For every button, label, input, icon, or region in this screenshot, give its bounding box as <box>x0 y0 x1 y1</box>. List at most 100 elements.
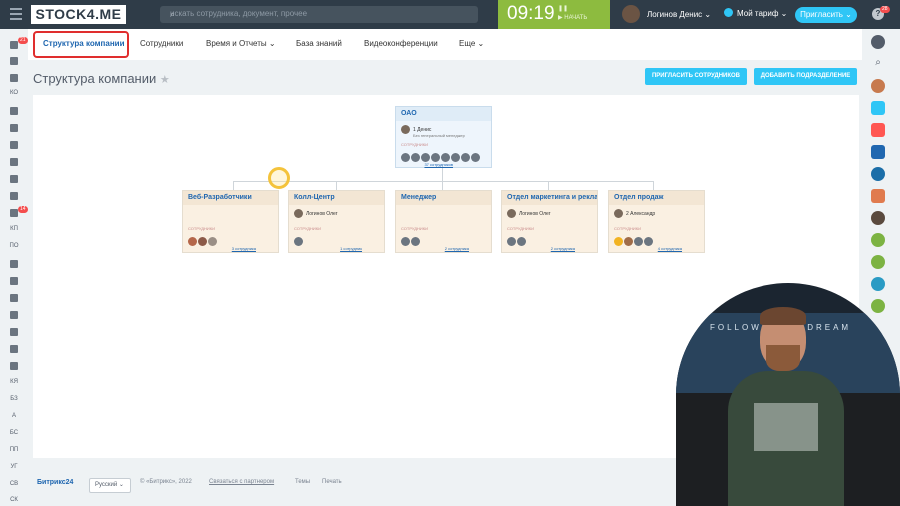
stream-icon[interactable] <box>10 57 18 65</box>
employee-avatars[interactable] <box>188 233 218 251</box>
tasks-icon[interactable] <box>10 74 18 82</box>
org-card-department[interactable]: Менеджер СОТРУДНИКИ 2 сотрудника <box>395 190 492 253</box>
left-item-ko[interactable]: КО <box>8 90 20 96</box>
calendar-icon[interactable] <box>871 123 885 137</box>
employee-count-link[interactable]: 1 сотрудник <box>340 246 362 251</box>
add-department-button[interactable]: ДОБАВИТЬ ПОДРАЗДЕЛЕНИЕ <box>754 68 857 85</box>
left-item-bz[interactable]: БЗ <box>8 396 20 402</box>
user-icon[interactable] <box>871 299 885 313</box>
presenter-hair <box>760 307 806 325</box>
contact-avatar[interactable] <box>871 79 885 93</box>
work-time-widget[interactable]: 09:19 ❚❚ ▶ НАЧАТЬ <box>498 0 610 29</box>
footer-partner-link[interactable]: Связаться с партнером <box>209 479 274 485</box>
user-icon[interactable] <box>871 277 885 291</box>
filter-icon[interactable] <box>10 41 18 49</box>
page-title: Структура компании ★ <box>33 71 170 86</box>
tab-more[interactable]: Еще ⌄ <box>459 39 484 48</box>
department-head[interactable]: Логинов Олег <box>294 209 338 218</box>
drive-icon[interactable] <box>10 158 18 166</box>
notes-icon[interactable] <box>871 101 885 115</box>
search-icon[interactable]: ⌕ <box>871 57 885 71</box>
head-role: Без генеральный менеджер <box>413 133 465 138</box>
left-item-ug[interactable]: УГ <box>8 464 20 470</box>
crm-icon[interactable] <box>10 209 18 217</box>
left-item-a[interactable]: А <box>8 413 20 419</box>
employees-label: СОТРУДНИКИ <box>401 226 428 231</box>
clock-time: 09:19 <box>507 3 555 24</box>
employee-avatars[interactable] <box>294 233 304 251</box>
bell-icon[interactable] <box>871 35 885 49</box>
employee-avatars[interactable] <box>401 233 421 251</box>
footer-themes-link[interactable]: Темы <box>295 479 310 485</box>
department-head[interactable]: Логинов Олег <box>507 209 551 218</box>
employee-count-link[interactable]: 2 сотрудника <box>445 246 469 251</box>
tab-employees[interactable]: Сотрудники <box>140 39 183 48</box>
company-icon[interactable] <box>10 294 18 302</box>
left-item-kya[interactable]: КЯ <box>8 379 20 385</box>
tariff-button[interactable]: Мой тариф ⌄ <box>724 8 787 18</box>
org-card-department[interactable]: Колл-Центр Логинов Олег СОТРУДНИКИ 1 сот… <box>288 190 385 253</box>
left-item-kp[interactable]: КП <box>8 226 20 232</box>
groups-icon[interactable] <box>10 192 18 200</box>
search-icon[interactable]: ⌕ <box>170 9 472 20</box>
department-name[interactable]: Веб-Разработчики <box>183 191 278 205</box>
calendar-icon[interactable] <box>10 124 18 132</box>
org-card-department[interactable]: Веб-Разработчики СОТРУДНИКИ 3 сотрудника <box>182 190 279 253</box>
user-name: Логинов Денис ⌄ <box>647 10 712 19</box>
connector-line <box>233 181 234 190</box>
inventory-icon[interactable] <box>10 311 18 319</box>
mail-icon[interactable] <box>10 175 18 183</box>
storage-icon[interactable] <box>10 328 18 336</box>
left-item-bs[interactable]: БС <box>8 430 20 436</box>
menu-icon[interactable] <box>10 8 22 20</box>
user-icon[interactable] <box>871 233 885 247</box>
tab-videoconference[interactable]: Видеоконференции <box>364 39 438 48</box>
employees-label: СОТРУДНИКИ <box>294 226 321 231</box>
contact-avatar[interactable] <box>871 211 885 225</box>
webcam-overlay: FOLLOW YOUR DREAM <box>676 283 900 506</box>
invite-employees-button[interactable]: ПРИГЛАСИТЬ СОТРУДНИКОВ <box>645 68 747 85</box>
employee-avatars[interactable] <box>507 233 527 251</box>
notes-icon[interactable] <box>871 189 885 203</box>
tab-highlight <box>33 31 129 58</box>
department-name[interactable]: ОАО <box>396 107 491 121</box>
department-name[interactable]: Отдел продаж <box>609 191 704 205</box>
clock-state: ❚❚ ▶ НАЧАТЬ <box>558 6 588 21</box>
vk-icon[interactable] <box>871 145 885 159</box>
star-icon[interactable]: ★ <box>160 74 170 86</box>
department-name[interactable]: Менеджер <box>396 191 491 205</box>
tab-knowledge-base[interactable]: База знаний <box>296 39 342 48</box>
docs-icon[interactable] <box>10 141 18 149</box>
avatar <box>614 209 623 218</box>
org-card-department[interactable]: Отдел маркетинга и рекламы Логинов Олег … <box>501 190 598 253</box>
left-item-pp[interactable]: ПП <box>8 447 20 453</box>
connector-line <box>233 181 653 182</box>
search-input[interactable]: искать сотрудника, документ, прочее ⌕ <box>160 6 478 23</box>
org-card-department[interactable]: Отдел продаж 2 Александр СОТРУДНИКИ 4 со… <box>608 190 705 253</box>
language-select[interactable]: Русский ⌄ <box>89 478 131 493</box>
chat-icon[interactable] <box>871 167 885 181</box>
department-head[interactable]: 2 Александр <box>614 209 655 218</box>
apps-icon[interactable] <box>10 345 18 353</box>
left-item-sk[interactable]: СК <box>8 497 20 503</box>
sites-icon[interactable] <box>10 260 18 268</box>
invite-button[interactable]: Пригласить ⌄ <box>795 7 857 23</box>
code-icon[interactable] <box>10 362 18 370</box>
employee-count-link[interactable]: 37 сотрудников <box>424 162 453 167</box>
shop-icon[interactable] <box>10 277 18 285</box>
user-icon[interactable] <box>871 255 885 269</box>
left-item-sv[interactable]: СВ <box>8 481 20 487</box>
chat-icon[interactable] <box>10 107 18 115</box>
org-card-root[interactable]: ОАО 1 Денис Без генеральный менеджер СОТ… <box>395 106 492 168</box>
department-name[interactable]: Отдел маркетинга и рекламы <box>502 191 597 205</box>
avatar <box>622 5 640 23</box>
employee-avatars[interactable] <box>614 233 654 251</box>
employee-count-link[interactable]: 3 сотрудника <box>232 246 256 251</box>
tab-time-reports[interactable]: Время и Отчеты ⌄ <box>206 39 276 48</box>
company-logo[interactable]: STOCK4.ME <box>31 5 126 24</box>
footer-print-link[interactable]: Печать <box>322 479 342 485</box>
employee-count-link[interactable]: 4 сотрудника <box>658 246 682 251</box>
department-name[interactable]: Колл-Центр <box>289 191 384 205</box>
left-item-po[interactable]: ПО <box>8 243 20 249</box>
employee-count-link[interactable]: 2 сотрудника <box>551 246 575 251</box>
